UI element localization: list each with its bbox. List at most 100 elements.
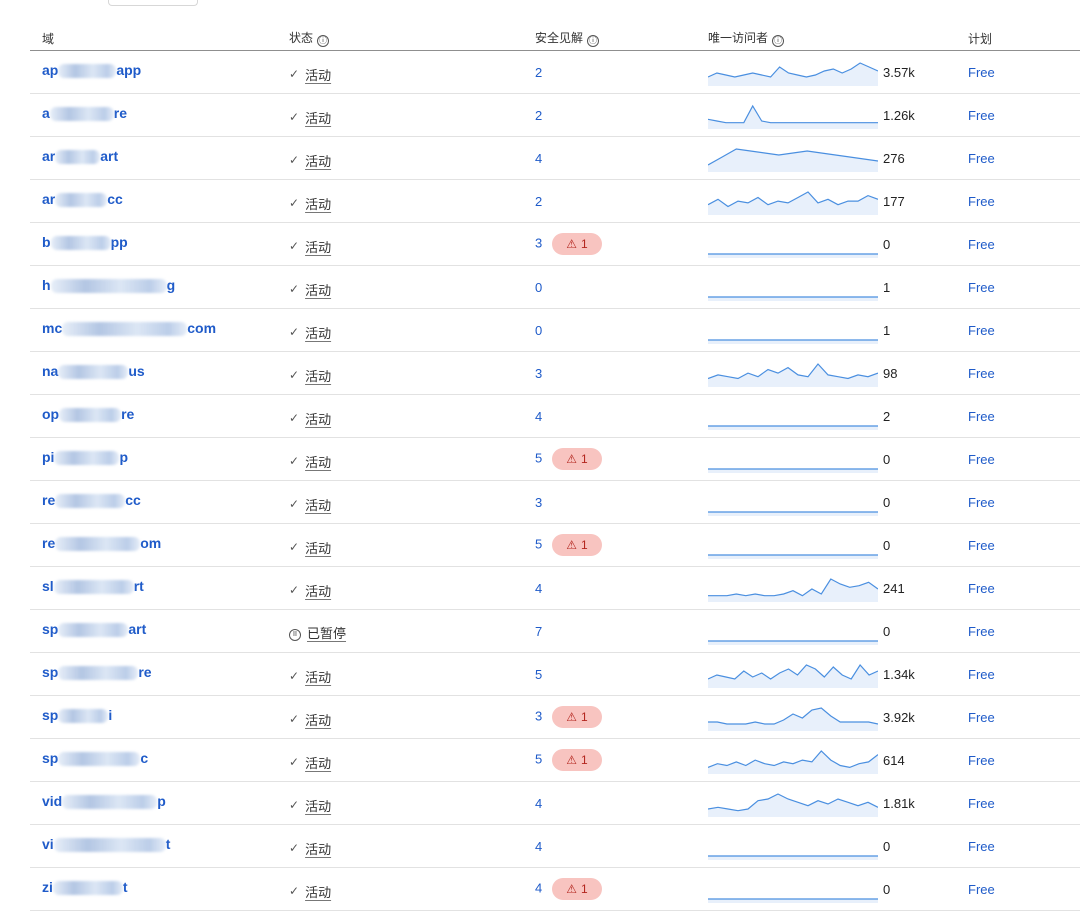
- domain-link[interactable]: mc com: [42, 320, 216, 337]
- domain-link[interactable]: ap app: [42, 62, 141, 79]
- info-icon[interactable]: ⓘ: [772, 35, 785, 47]
- info-icon[interactable]: ⓘ: [587, 35, 600, 47]
- insights-count-link[interactable]: 5: [535, 536, 542, 551]
- insights-count-link[interactable]: 4: [535, 581, 542, 596]
- top-dropdown-button[interactable]: [108, 0, 198, 6]
- table-row[interactable]: sp c ✓ 活动 5 ⚠ 1 614 Free: [30, 738, 1080, 782]
- plan-link[interactable]: Free: [968, 452, 995, 467]
- insights-count-link[interactable]: 5: [535, 667, 542, 682]
- status-link[interactable]: 已暂停: [307, 626, 346, 641]
- alert-badge[interactable]: ⚠ 1: [552, 749, 602, 771]
- status-link[interactable]: 活动: [305, 412, 331, 427]
- status-link[interactable]: 活动: [305, 197, 331, 212]
- table-row[interactable]: mc com ✓ 活动 0 1 Free: [30, 308, 1080, 352]
- table-row[interactable]: ar art ✓ 活动 4 276 Free: [30, 136, 1080, 180]
- domain-link[interactable]: zi t: [42, 879, 128, 896]
- insights-count-link[interactable]: 4: [535, 880, 542, 895]
- status-link[interactable]: 活动: [305, 240, 331, 255]
- alert-badge[interactable]: ⚠ 1: [552, 706, 602, 728]
- plan-link[interactable]: Free: [968, 366, 995, 381]
- table-row[interactable]: vid p ✓ 活动 4 1.81k Free: [30, 781, 1080, 825]
- insights-count-link[interactable]: 5: [535, 751, 542, 766]
- plan-link[interactable]: Free: [968, 839, 995, 854]
- status-link[interactable]: 活动: [305, 842, 331, 857]
- status-link[interactable]: 活动: [305, 68, 331, 83]
- plan-link[interactable]: Free: [968, 194, 995, 209]
- status-link[interactable]: 活动: [305, 326, 331, 341]
- status-link[interactable]: 活动: [305, 541, 331, 556]
- insights-count-link[interactable]: 3: [535, 235, 542, 250]
- domain-link[interactable]: ar art: [42, 148, 118, 165]
- insights-count-link[interactable]: 3: [535, 708, 542, 723]
- insights-count-link[interactable]: 3: [535, 495, 542, 510]
- table-row[interactable]: na us ✓ 活动 3 98 Free: [30, 351, 1080, 395]
- table-row[interactable]: b pp ✓ 活动 3 ⚠ 1 0 Free: [30, 222, 1080, 266]
- table-row[interactable]: pi p ✓ 活动 5 ⚠ 1 0 Free: [30, 437, 1080, 481]
- table-row[interactable]: vi t ✓ 活动 4 0 Free: [30, 824, 1080, 868]
- plan-link[interactable]: Free: [968, 65, 995, 80]
- plan-link[interactable]: Free: [968, 667, 995, 682]
- status-link[interactable]: 活动: [305, 369, 331, 384]
- insights-count-link[interactable]: 4: [535, 796, 542, 811]
- table-row[interactable]: sp re ✓ 活动 5 1.34k Free: [30, 652, 1080, 696]
- status-link[interactable]: 活动: [305, 111, 331, 126]
- plan-link[interactable]: Free: [968, 753, 995, 768]
- plan-link[interactable]: Free: [968, 538, 995, 553]
- plan-link[interactable]: Free: [968, 108, 995, 123]
- plan-link[interactable]: Free: [968, 495, 995, 510]
- domain-link[interactable]: na us: [42, 363, 145, 380]
- plan-link[interactable]: Free: [968, 882, 995, 897]
- alert-badge[interactable]: ⚠ 1: [552, 448, 602, 470]
- column-header-status[interactable]: 状态 ⓘ: [277, 26, 523, 51]
- table-row[interactable]: re om ✓ 活动 5 ⚠ 1 0 Free: [30, 523, 1080, 567]
- domain-link[interactable]: vi t: [42, 836, 170, 853]
- insights-count-link[interactable]: 0: [535, 280, 542, 295]
- status-link[interactable]: 活动: [305, 498, 331, 513]
- status-link[interactable]: 活动: [305, 885, 331, 900]
- plan-link[interactable]: Free: [968, 280, 995, 295]
- column-header-plan[interactable]: 计划: [956, 26, 1080, 51]
- domain-link[interactable]: sp c: [42, 750, 148, 767]
- insights-count-link[interactable]: 5: [535, 450, 542, 465]
- status-link[interactable]: 活动: [305, 713, 331, 728]
- plan-link[interactable]: Free: [968, 796, 995, 811]
- insights-count-link[interactable]: 0: [535, 323, 542, 338]
- domain-link[interactable]: a re: [42, 105, 127, 122]
- alert-badge[interactable]: ⚠ 1: [552, 233, 602, 255]
- status-link[interactable]: 活动: [305, 283, 331, 298]
- domain-link[interactable]: ar cc: [42, 191, 123, 208]
- plan-link[interactable]: Free: [968, 151, 995, 166]
- column-header-insights[interactable]: 安全见解 ⓘ: [523, 26, 696, 51]
- domain-link[interactable]: op re: [42, 406, 134, 423]
- table-row[interactable]: ar cc ✓ 活动 2 177 Free: [30, 179, 1080, 223]
- domain-link[interactable]: re om: [42, 535, 161, 552]
- plan-link[interactable]: Free: [968, 237, 995, 252]
- domain-link[interactable]: hg: [42, 277, 175, 294]
- insights-count-link[interactable]: 2: [535, 108, 542, 123]
- table-row[interactable]: sl rt ✓ 活动 4 241 Free: [30, 566, 1080, 610]
- status-link[interactable]: 活动: [305, 455, 331, 470]
- table-row[interactable]: op re ✓ 活动 4 2 Free: [30, 394, 1080, 438]
- column-header-visitors[interactable]: 唯一访问者 ⓘ: [696, 26, 956, 51]
- plan-link[interactable]: Free: [968, 581, 995, 596]
- insights-count-link[interactable]: 7: [535, 624, 542, 639]
- domain-link[interactable]: sl rt: [42, 578, 144, 595]
- domain-link[interactable]: sp i: [42, 707, 112, 724]
- plan-link[interactable]: Free: [968, 323, 995, 338]
- insights-count-link[interactable]: 3: [535, 366, 542, 381]
- plan-link[interactable]: Free: [968, 409, 995, 424]
- table-row[interactable]: sp art II 已暂停 7 0 Free: [30, 609, 1080, 653]
- status-link[interactable]: 活动: [305, 154, 331, 169]
- table-row[interactable]: zi t ✓ 活动 4 ⚠ 1 0 Free: [30, 867, 1080, 911]
- domain-link[interactable]: pi p: [42, 449, 128, 466]
- insights-count-link[interactable]: 4: [535, 839, 542, 854]
- alert-badge[interactable]: ⚠ 1: [552, 878, 602, 900]
- insights-count-link[interactable]: 2: [535, 65, 542, 80]
- plan-link[interactable]: Free: [968, 624, 995, 639]
- table-row[interactable]: h g ✓ 活动 0 1 Free: [30, 265, 1080, 309]
- table-row[interactable]: ap app ✓ 活动 2 3.57k Free: [30, 50, 1080, 94]
- column-header-domain[interactable]: 域: [30, 26, 277, 51]
- insights-count-link[interactable]: 4: [535, 151, 542, 166]
- alert-badge[interactable]: ⚠ 1: [552, 534, 602, 556]
- table-row[interactable]: a re ✓ 活动 2 1.26k Free: [30, 93, 1080, 137]
